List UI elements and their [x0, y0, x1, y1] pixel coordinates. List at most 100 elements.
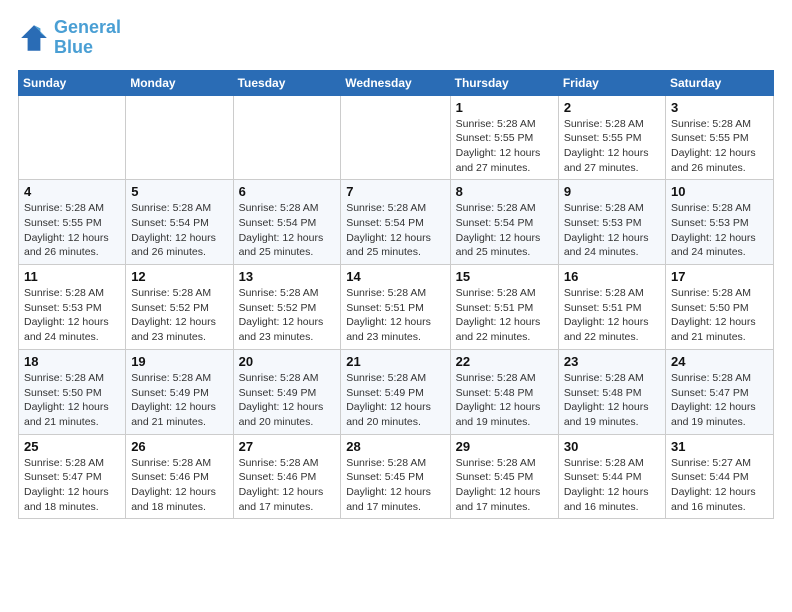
- day-detail: Sunrise: 5:28 AM Sunset: 5:50 PM Dayligh…: [24, 371, 120, 430]
- calendar-cell: 22 Sunrise: 5:28 AM Sunset: 5:48 PM Dayli…: [450, 349, 558, 434]
- calendar-cell: 1Sunrise: 5:28 AM Sunset: 5:55 PM Daylig…: [450, 95, 558, 180]
- calendar-header-sunday: Sunday: [19, 70, 126, 95]
- calendar-cell: 12Sunrise: 5:28 AM Sunset: 5:52 PM Dayli…: [126, 265, 233, 350]
- day-detail: Sunrise: 5:28 AM Sunset: 5:45 PM Dayligh…: [346, 456, 444, 515]
- day-number: 26: [131, 439, 227, 454]
- day-number: 15: [456, 269, 553, 284]
- day-number: 23: [564, 354, 660, 369]
- day-number: 2: [564, 100, 660, 115]
- calendar-cell: 27 Sunrise: 5:28 AM Sunset: 5:46 PM Dayli…: [233, 434, 341, 519]
- day-number: 4: [24, 184, 120, 199]
- day-number: 6: [239, 184, 336, 199]
- calendar-cell: 24 Sunrise: 5:28 AM Sunset: 5:47 PM Dayli…: [666, 349, 774, 434]
- day-detail: Sunrise: 5:28 AM Sunset: 5:54 PM Dayligh…: [346, 201, 444, 260]
- day-detail: Sunrise: 5:28 AM Sunset: 5:49 PM Dayligh…: [239, 371, 336, 430]
- page: General Blue SundayMondayTuesdayWednesda…: [0, 0, 792, 531]
- calendar-week-row: 18Sunrise: 5:28 AM Sunset: 5:50 PM Dayli…: [19, 349, 774, 434]
- calendar-week-row: 25 Sunrise: 5:28 AM Sunset: 5:47 PM Dayli…: [19, 434, 774, 519]
- calendar-cell: 30 Sunrise: 5:28 AM Sunset: 5:44 PM Dayli…: [558, 434, 665, 519]
- day-detail: Sunrise: 5:28 AM Sunset: 5:48 PM Dayligh…: [564, 371, 660, 430]
- logo-text: General Blue: [54, 18, 121, 58]
- day-detail: Sunrise: 5:28 AM Sunset: 5:55 PM Dayligh…: [671, 117, 768, 176]
- day-detail: Sunrise: 5:28 AM Sunset: 5:46 PM Dayligh…: [131, 456, 227, 515]
- day-detail: Sunrise: 5:28 AM Sunset: 5:51 PM Dayligh…: [564, 286, 660, 345]
- day-detail: Sunrise: 5:28 AM Sunset: 5:54 PM Dayligh…: [239, 201, 336, 260]
- calendar-cell: 14 Sunrise: 5:28 AM Sunset: 5:51 PM Dayli…: [341, 265, 450, 350]
- calendar-cell: 15Sunrise: 5:28 AM Sunset: 5:51 PM Dayli…: [450, 265, 558, 350]
- calendar-cell: 19 Sunrise: 5:28 AM Sunset: 5:49 PM Dayli…: [126, 349, 233, 434]
- calendar-cell: 25 Sunrise: 5:28 AM Sunset: 5:47 PM Dayli…: [19, 434, 126, 519]
- day-number: 30: [564, 439, 660, 454]
- day-number: 3: [671, 100, 768, 115]
- calendar-cell: 18Sunrise: 5:28 AM Sunset: 5:50 PM Dayli…: [19, 349, 126, 434]
- day-detail: Sunrise: 5:28 AM Sunset: 5:52 PM Dayligh…: [239, 286, 336, 345]
- day-number: 9: [564, 184, 660, 199]
- calendar-week-row: 1 Sunrise: 5:28 AM Sunset: 5:55 PM Daylig…: [19, 95, 774, 180]
- day-number: 25: [24, 439, 120, 454]
- day-detail: Sunrise: 5:28 AM Sunset: 5:54 PM Dayligh…: [456, 201, 553, 260]
- calendar-cell: 13 Sunrise: 5:28 AM Sunset: 5:52 PM Dayli…: [233, 265, 341, 350]
- calendar-cell: 6 Sunrise: 5:28 AM Sunset: 5:54 PM Daylig…: [233, 180, 341, 265]
- calendar-cell: 26 Sunrise: 5:28 AM Sunset: 5:46 PM Dayli…: [126, 434, 233, 519]
- calendar-cell: 2 Sunrise: 5:28 AM Sunset: 5:55 PM Daylig…: [558, 95, 665, 180]
- day-number: 10: [671, 184, 768, 199]
- calendar-cell: 7 Sunrise: 5:28 AM Sunset: 5:54 PM Daylig…: [341, 180, 450, 265]
- calendar-header-saturday: Saturday: [666, 70, 774, 95]
- day-number: 7: [346, 184, 444, 199]
- day-number: 27: [239, 439, 336, 454]
- day-number: 17: [671, 269, 768, 284]
- day-detail: Sunrise: 5:28 AM Sunset: 5:47 PM Dayligh…: [671, 371, 768, 430]
- day-detail: Sunrise: 5:28 AM Sunset: 5:46 PM Dayligh…: [239, 456, 336, 515]
- day-detail: Sunrise: 5:28 AM Sunset: 5:49 PM Dayligh…: [131, 371, 227, 430]
- day-detail: Sunrise: 5:28 AM Sunset: 5:48 PM Dayligh…: [456, 371, 553, 430]
- day-detail: Sunrise: 5:28 AM Sunset: 5:45 PM Dayligh…: [456, 456, 553, 515]
- calendar-cell: 31Sunrise: 5:27 AM Sunset: 5:44 PM Dayli…: [666, 434, 774, 519]
- day-detail: Sunrise: 5:28 AM Sunset: 5:53 PM Dayligh…: [671, 201, 768, 260]
- calendar-cell: 17Sunrise: 5:28 AM Sunset: 5:50 PM Dayli…: [666, 265, 774, 350]
- day-number: 31: [671, 439, 768, 454]
- calendar-header-row: SundayMondayTuesdayWednesdayThursdayFrid…: [19, 70, 774, 95]
- calendar-cell: 4 Sunrise: 5:28 AM Sunset: 5:55 PM Daylig…: [19, 180, 126, 265]
- day-number: 16: [564, 269, 660, 284]
- day-number: 14: [346, 269, 444, 284]
- calendar-cell: 28 Sunrise: 5:28 AM Sunset: 5:45 PM Dayli…: [341, 434, 450, 519]
- calendar-cell: 5 Sunrise: 5:28 AM Sunset: 5:54 PM Daylig…: [126, 180, 233, 265]
- day-detail: Sunrise: 5:28 AM Sunset: 5:52 PM Dayligh…: [131, 286, 227, 345]
- calendar-cell: [233, 95, 341, 180]
- day-detail: Sunrise: 5:28 AM Sunset: 5:55 PM Dayligh…: [564, 117, 660, 176]
- calendar-cell: 20 Sunrise: 5:28 AM Sunset: 5:49 PM Dayli…: [233, 349, 341, 434]
- day-detail: Sunrise: 5:28 AM Sunset: 5:51 PM Dayligh…: [346, 286, 444, 345]
- calendar-cell: 29 Sunrise: 5:28 AM Sunset: 5:45 PM Dayli…: [450, 434, 558, 519]
- day-detail: Sunrise: 5:28 AM Sunset: 5:55 PM Dayligh…: [24, 201, 120, 260]
- logo: General Blue: [18, 18, 121, 58]
- day-detail: Sunrise: 5:28 AM Sunset: 5:49 PM Dayligh…: [346, 371, 444, 430]
- day-detail: Sunrise: 5:28 AM Sunset: 5:47 PM Dayligh…: [24, 456, 120, 515]
- calendar-header-thursday: Thursday: [450, 70, 558, 95]
- logo-icon: [18, 22, 50, 54]
- day-number: 1: [456, 100, 553, 115]
- day-number: 5: [131, 184, 227, 199]
- calendar-cell: 3 Sunrise: 5:28 AM Sunset: 5:55 PM Daylig…: [666, 95, 774, 180]
- day-number: 29: [456, 439, 553, 454]
- day-detail: Sunrise: 5:28 AM Sunset: 5:53 PM Dayligh…: [24, 286, 120, 345]
- calendar-cell: 9 Sunrise: 5:28 AM Sunset: 5:53 PM Daylig…: [558, 180, 665, 265]
- calendar-header-friday: Friday: [558, 70, 665, 95]
- day-number: 21: [346, 354, 444, 369]
- day-number: 28: [346, 439, 444, 454]
- calendar-cell: 11 Sunrise: 5:28 AM Sunset: 5:53 PM Dayli…: [19, 265, 126, 350]
- calendar-table: SundayMondayTuesdayWednesdayThursdayFrid…: [18, 70, 774, 520]
- day-number: 19: [131, 354, 227, 369]
- calendar-cell: 23 Sunrise: 5:28 AM Sunset: 5:48 PM Dayli…: [558, 349, 665, 434]
- day-number: 22: [456, 354, 553, 369]
- calendar-cell: [19, 95, 126, 180]
- calendar-cell: 8Sunrise: 5:28 AM Sunset: 5:54 PM Daylig…: [450, 180, 558, 265]
- day-number: 20: [239, 354, 336, 369]
- day-detail: Sunrise: 5:28 AM Sunset: 5:53 PM Dayligh…: [564, 201, 660, 260]
- day-number: 24: [671, 354, 768, 369]
- day-detail: Sunrise: 5:28 AM Sunset: 5:44 PM Dayligh…: [564, 456, 660, 515]
- calendar-header-tuesday: Tuesday: [233, 70, 341, 95]
- calendar-cell: 16 Sunrise: 5:28 AM Sunset: 5:51 PM Dayli…: [558, 265, 665, 350]
- day-detail: Sunrise: 5:28 AM Sunset: 5:54 PM Dayligh…: [131, 201, 227, 260]
- day-number: 11: [24, 269, 120, 284]
- day-number: 13: [239, 269, 336, 284]
